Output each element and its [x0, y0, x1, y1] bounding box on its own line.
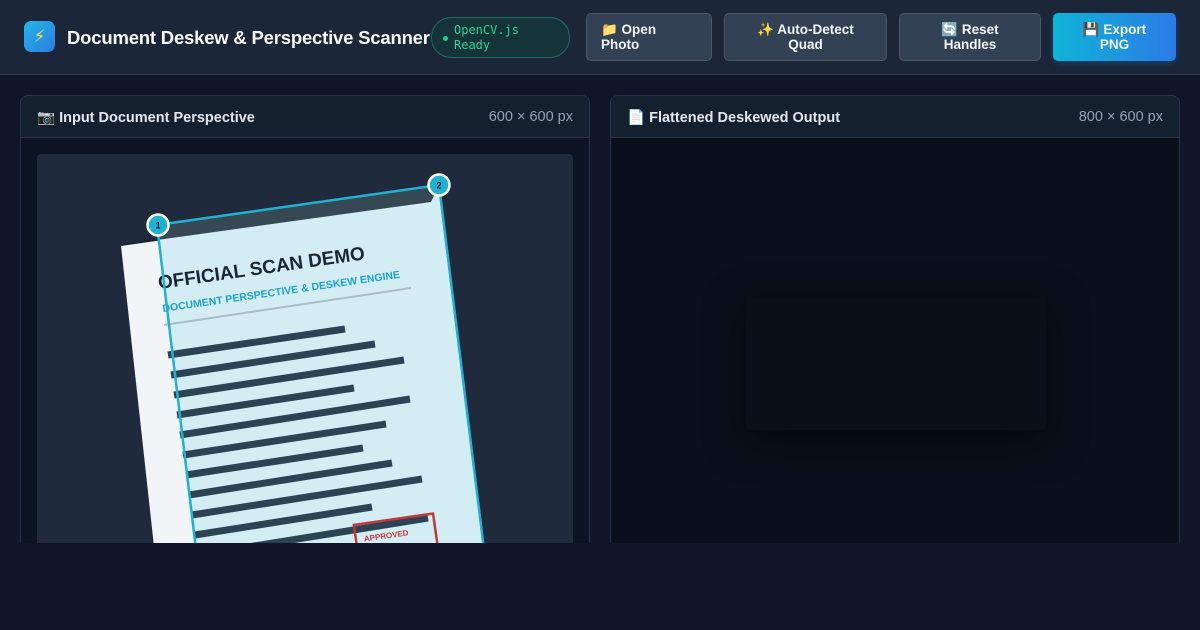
- input-document-svg: OFFICIAL SCAN DEMO DOCUMENT PERSPECTIVE …: [120, 173, 487, 554]
- output-canvas: [611, 138, 1179, 554]
- app-title: Document Deskew & Perspective Scanner: [67, 27, 430, 48]
- input-panel-title: 📷 Input Document Perspective: [37, 110, 255, 126]
- input-panel: 📷 Input Document Perspective 600 × 600 p…: [20, 95, 590, 555]
- open-photo-button[interactable]: 📁 Open Photo: [586, 13, 712, 61]
- export-png-label-2: PNG: [1099, 37, 1130, 52]
- open-photo-label-2: Photo: [601, 37, 640, 52]
- auto-detect-quad-button[interactable]: ✨ Auto-Detect Quad: [724, 13, 887, 61]
- output-placeholder: [746, 298, 1046, 430]
- output-panel: 📄 Flattened Deskewed Output 800 × 600 px: [610, 95, 1180, 555]
- status-line-1: OpenCV.js: [454, 23, 520, 37]
- export-png-label-1: 💾 Export: [1082, 22, 1147, 37]
- auto-detect-label-2: Quad: [788, 37, 823, 52]
- corner-handle-1[interactable]: 1: [146, 213, 170, 237]
- reset-handles-label-2: Handles: [943, 37, 997, 52]
- corner-handle-2[interactable]: 2: [427, 173, 451, 197]
- input-panel-body: OFFICIAL SCAN DEMO DOCUMENT PERSPECTIVE …: [21, 138, 589, 554]
- page-background-footer: [0, 543, 1200, 630]
- input-panel-dimensions: 600 × 600 px: [488, 109, 573, 125]
- open-photo-label-1: 📁 Open: [601, 22, 657, 37]
- output-panel-dimensions: 800 × 600 px: [1078, 109, 1163, 125]
- export-png-button[interactable]: 💾 Export PNG: [1053, 13, 1176, 61]
- status-line-2: Ready: [454, 38, 491, 52]
- auto-detect-label-1: ✨ Auto-Detect: [757, 22, 854, 37]
- input-panel-header: 📷 Input Document Perspective 600 × 600 p…: [21, 96, 589, 138]
- app-header: ⚡ Document Deskew & Perspective Scanner …: [0, 0, 1200, 75]
- corner-handle-1-label: 1: [155, 221, 160, 231]
- lightning-icon: ⚡: [24, 21, 55, 52]
- reset-handles-label-1: 🔄 Reset: [941, 22, 999, 37]
- output-panel-header: 📄 Flattened Deskewed Output 800 × 600 px: [611, 96, 1179, 138]
- opencv-status-badge: OpenCV.js Ready: [431, 17, 570, 58]
- output-panel-title: 📄 Flattened Deskewed Output: [627, 110, 841, 126]
- reset-handles-button[interactable]: 🔄 Reset Handles: [899, 13, 1041, 61]
- corner-handle-2-label: 2: [436, 181, 441, 191]
- input-canvas[interactable]: OFFICIAL SCAN DEMO DOCUMENT PERSPECTIVE …: [37, 154, 573, 554]
- status-dot-icon: [443, 36, 448, 41]
